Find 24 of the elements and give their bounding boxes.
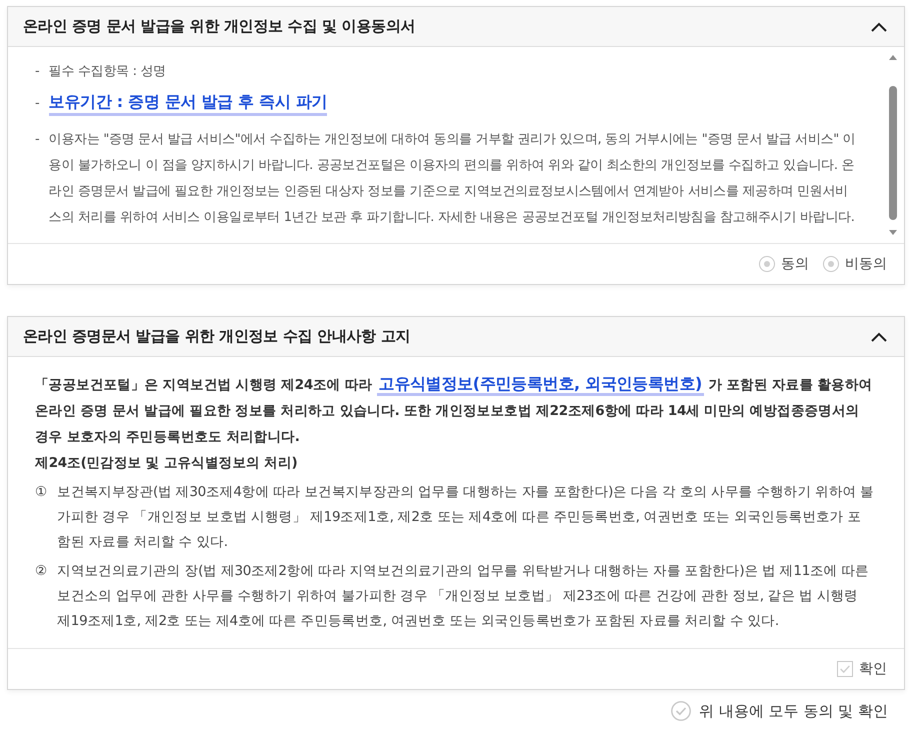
notice-paragraph: 「공공보건포털」은 지역보건법 시행령 제24조에 따라 고유식별정보(주민등록번호, 외국인등록번호) 가 포함된 자료를 활용하여 온라인 증명 문서 발급에 필요한 정보를 처리하고 있습니다. 또한 개인정보보호법 제22조제6항에 따라 14세 미만의 예방접종증명서의 경우 보호자의 주민등록번호도 처리합니다. — [35, 373, 874, 447]
article-title: 제24조(민감정보 및 고유식별정보의 처리) — [35, 454, 298, 473]
retention-period-text: 보유기간 : 증명 문서 발급 후 즉시 파기 — [48, 91, 328, 116]
radio-option[interactable]: 동의 — [759, 255, 809, 273]
bullet-mark: - — [35, 95, 40, 113]
panel-title: 온라인 증명 문서 발급을 위한 개인정보 수집 및 이용동의서 — [23, 17, 416, 36]
chevron-up-icon[interactable] — [871, 22, 887, 32]
scroll-up-icon[interactable] — [889, 55, 897, 60]
radio-option[interactable]: 비동의 — [823, 255, 887, 273]
clause-number: ① — [35, 483, 48, 502]
consent-text: 필수 수집항목 : 성명 — [48, 63, 166, 81]
confirm-checkbox[interactable]: 확인 — [837, 660, 887, 678]
bullet-mark: - — [35, 131, 40, 149]
panel-title: 온라인 증명문서 발급을 위한 개인정보 수집 안내사항 고지 — [23, 327, 410, 346]
agree-all-checkbox[interactable]: 위 내용에 모두 동의 및 확인 — [671, 701, 888, 721]
clause-text: 보건복지부장관(법 제30조제4항에 따라 보건복지부장관의 업무를 대행하는 자를 포함한다)은 다음 각 호의 사무를 수행하기 위하여 불가피한 경우 「개인정보 보호법 시행령」 제19조제1호, 제2호 또는 제4호에 따른 주민등록번호, 여권번호 또는 외국인등록번호가 포함된 자료를 처리할 수 있다. — [57, 483, 874, 552]
scroll-down-icon[interactable] — [889, 230, 897, 235]
bullet-mark: - — [35, 63, 40, 81]
clause-text: 지역보건의료기관의 장(법 제30조제2항에 따라 지역보건의료기관의 업무를 위탁받거나 대행하는 자를 포함한다)은 법 제11조에 따른 보건소의 업무에 관한 사무를 수행하기 위하여 불가피한 경우 「개인정보 보호법」 제23조에 따른 건강에 관한 정보, 같은 법 시행령 제19조제1호, 제2호 또는 제4호에 따른 주민등록번호, 여권번호 또는 외국인등록번호가 포함된 자료를 처리할 수 있다. — [57, 562, 870, 631]
clause-number: ② — [35, 562, 48, 581]
scrollbar-thumb[interactable] — [889, 86, 897, 220]
chevron-up-icon[interactable] — [871, 332, 887, 342]
consent-text: 이용자는 "증명 문서 발급 서비스"에서 수집하는 개인정보에 대하여 동의를 거부할 권리가 있으며, 동의 거부시에는 "증명 문서 발급 서비스" 이용이 불가하오니 이 점을 양지하시기 바랍니다. 공공보건포털은 이용자의 편의를 위하여 위와 같이 최소한의 개인정보를 수집하고 있습니다. 온라인 증명문서 발급에 필요한 개인정보는 인증된 대상자 정보를 기준으로 지역보건의료정보시스템에서 연계받아 서비스를 제공하며 민원서비스의 처리를 위하여 서비스 이용일로부터 1년간 보관 후 파기합니다. 자세한 내용은 공공보건포털 개인정보처리방침을 참고해주시기 바랍니다. — [48, 131, 856, 227]
identifier-link[interactable]: 고유식별정보(주민등록번호, 외국인등록번호) — [376, 374, 704, 396]
